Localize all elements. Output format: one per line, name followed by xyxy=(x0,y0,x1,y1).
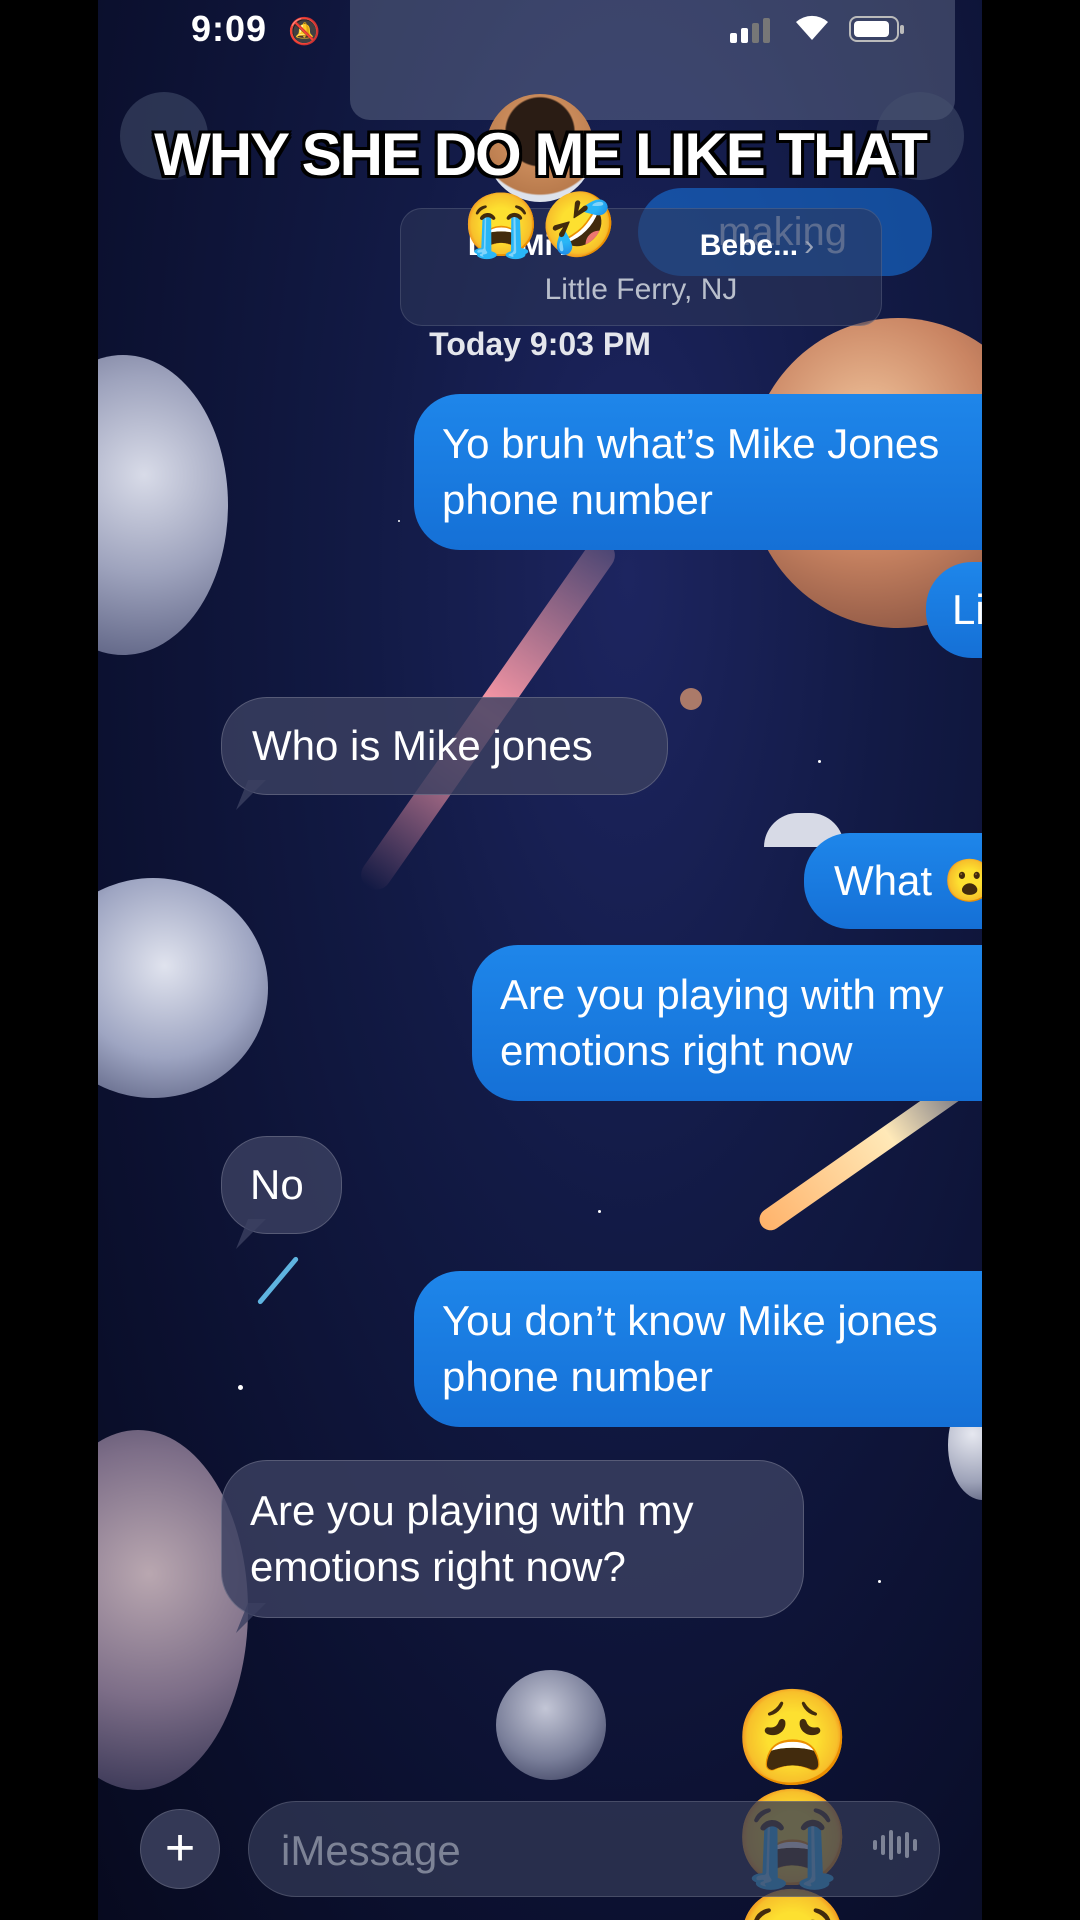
message-bubble-incoming[interactable]: Who is Mike jones xyxy=(221,697,668,795)
small-moon xyxy=(496,1670,606,1780)
planet-left-middle xyxy=(98,878,268,1098)
battery-icon xyxy=(849,16,904,42)
message-bubble-incoming[interactable]: No xyxy=(221,1136,342,1234)
message-bubble-outgoing[interactable]: What 😮 xyxy=(804,833,982,929)
status-time: 9:09 xyxy=(191,8,268,49)
star-decoration xyxy=(238,1385,243,1390)
message-bubble-outgoing[interactable]: You don’t know Mike jones phone number xyxy=(414,1271,982,1427)
meteor-streak-small xyxy=(256,1255,300,1306)
status-bar: 9:09 🔕 xyxy=(98,0,982,60)
distant-planet xyxy=(680,688,702,710)
video-caption-overlay: WHY SHE DO ME LIKE THAT 😭🤣 xyxy=(0,120,1080,261)
waveform-icon[interactable] xyxy=(873,1830,917,1860)
wifi-icon xyxy=(792,12,832,50)
conversation-timestamp: Today 9:03 PM xyxy=(429,326,651,362)
bell-slash-icon: 🔕 xyxy=(288,16,321,46)
contact-location: Little Ferry, NJ xyxy=(544,273,738,306)
cellular-signal-icon xyxy=(730,18,770,43)
message-bubble-outgoing[interactable]: Yo bruh what’s Mike Jones phone number xyxy=(414,394,982,550)
star-decoration xyxy=(878,1580,881,1583)
add-attachment-button[interactable]: + xyxy=(140,1809,220,1889)
message-input[interactable] xyxy=(279,1822,843,1880)
star-decoration xyxy=(598,1210,601,1213)
caption-emojis: 😭🤣 xyxy=(462,191,618,260)
message-bubble-incoming[interactable]: Are you playing with my emotions right n… xyxy=(221,1460,804,1618)
messages-screen: 9:09 🔕 making Lili Mi ABebe...› Little F… xyxy=(98,0,982,1920)
message-input-bar[interactable] xyxy=(248,1801,940,1897)
caption-text: WHY SHE DO ME LIKE THAT xyxy=(154,121,928,188)
star-decoration xyxy=(818,760,821,763)
message-bubble-outgoing[interactable]: Are you playing with my emotions right n… xyxy=(472,945,982,1101)
star-decoration xyxy=(398,520,400,522)
planet-left-top xyxy=(98,355,228,655)
